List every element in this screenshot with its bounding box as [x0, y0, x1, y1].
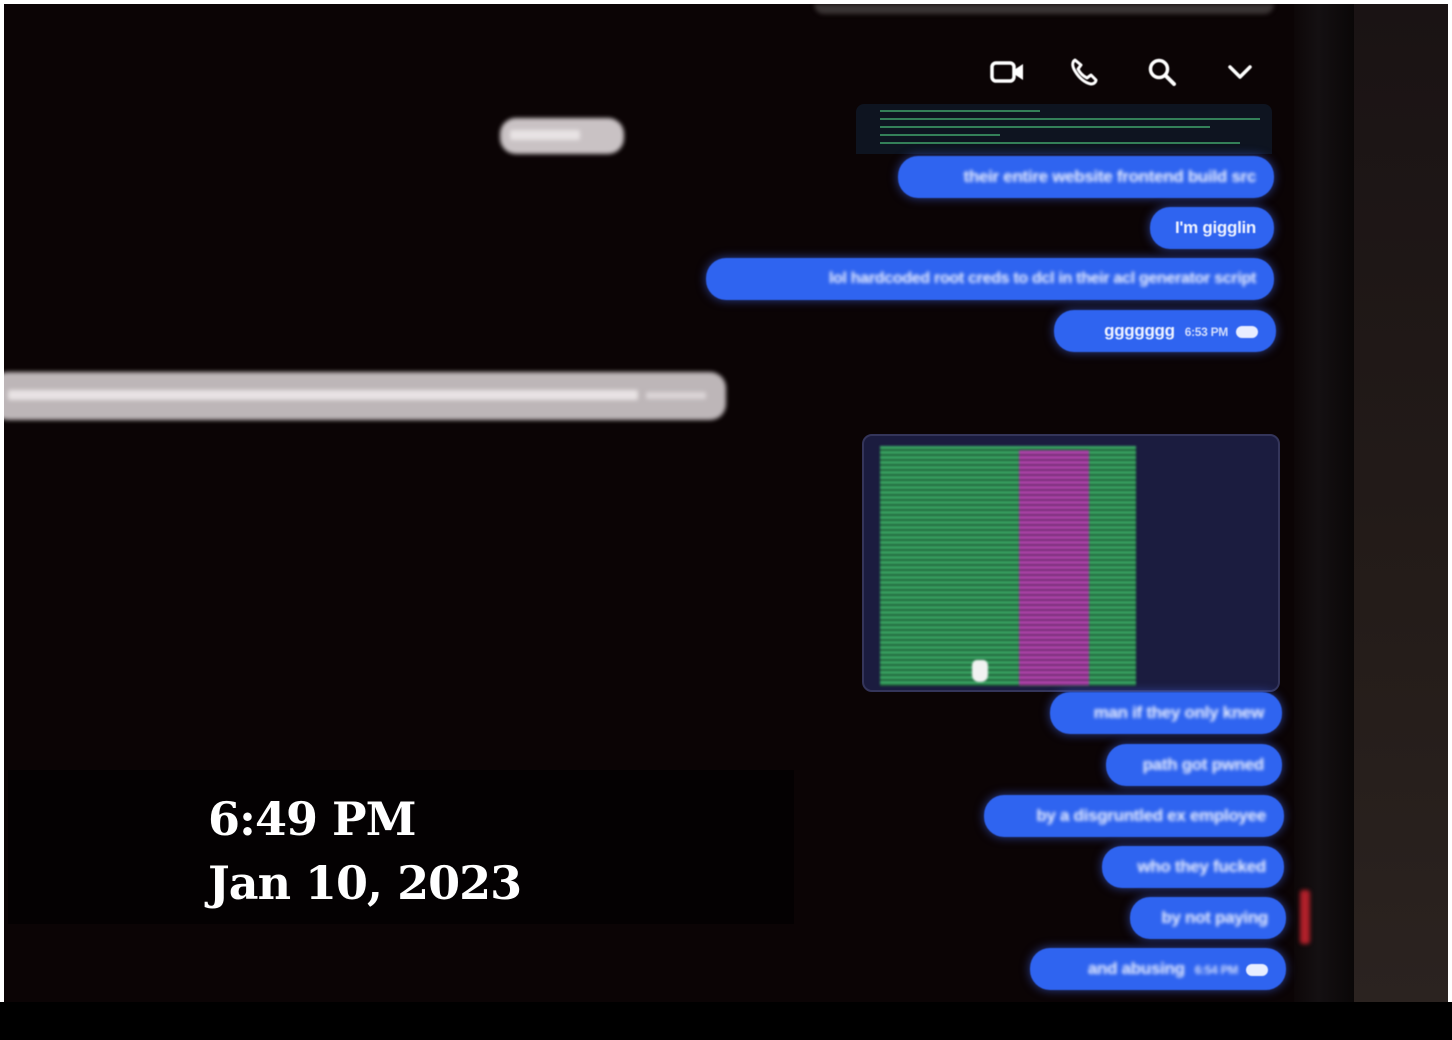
- outgoing-message-bubble: ggggggg 6:53 PM: [1054, 310, 1276, 352]
- outgoing-message-bubble: lol hardcoded root creds to dcl in their…: [706, 258, 1274, 300]
- read-receipt-icon: [1246, 963, 1268, 976]
- read-receipt-icon: [1236, 325, 1258, 338]
- search-icon[interactable]: [1142, 52, 1182, 92]
- bottom-letterbox: [0, 1002, 1452, 1040]
- terminal-screenshot-green: [880, 446, 1136, 686]
- message-text: I'm gigglin: [1174, 218, 1256, 237]
- overlay-date: Jan 10, 2023: [208, 856, 522, 910]
- outgoing-message-bubble: by not paying: [1130, 897, 1286, 939]
- chevron-down-icon[interactable]: [1220, 52, 1260, 92]
- outgoing-message-bubble: by a disgruntled ex employee: [984, 795, 1284, 837]
- red-accent: [1300, 890, 1310, 944]
- outgoing-message-bubble: their entire website frontend build src: [898, 156, 1274, 198]
- message-text: path got pwned: [1142, 755, 1265, 774]
- message-text: man if they only knew: [1093, 703, 1265, 722]
- outgoing-message-bubble: path got pwned: [1106, 744, 1282, 786]
- message-text: and abusing: [1087, 959, 1185, 978]
- message-text: by a disgruntled ex employee: [1036, 806, 1266, 825]
- message-time: 6:53 PM: [1184, 325, 1229, 339]
- monitor-bezel: [1294, 4, 1354, 1002]
- incoming-message-bubble: [4, 372, 726, 420]
- message-text: by not paying: [1161, 908, 1268, 927]
- video-frame: their entire website frontend build src …: [4, 4, 1448, 1002]
- message-text: their entire website frontend build src: [963, 167, 1257, 186]
- message-text: lol hardcoded root creds to dcl in their…: [828, 270, 1256, 287]
- top-blur-element: [814, 4, 1274, 14]
- message-text: ggggggg: [1104, 321, 1175, 340]
- outgoing-message-bubble: and abusing 6:54 PM: [1030, 948, 1286, 990]
- outgoing-message-bubble: who they fucked: [1102, 846, 1284, 888]
- overlay-time: 6:49 PM: [208, 792, 417, 846]
- video-camera-icon[interactable]: [988, 52, 1028, 92]
- mouse-cursor-icon: [972, 660, 988, 682]
- image-attachment[interactable]: [862, 434, 1280, 692]
- terminal-screenshot-purple: [1019, 450, 1089, 686]
- code-snippet-preview: [856, 104, 1272, 154]
- outgoing-message-bubble: I'm gigglin: [1150, 207, 1274, 249]
- message-time: 6:54 PM: [1194, 963, 1239, 977]
- message-text: who they fucked: [1137, 857, 1266, 876]
- background-wall: [1354, 4, 1448, 1002]
- incoming-message-bubble: [500, 118, 624, 154]
- phone-icon[interactable]: [1064, 52, 1104, 92]
- outgoing-message-bubble: man if they only knew: [1050, 692, 1282, 734]
